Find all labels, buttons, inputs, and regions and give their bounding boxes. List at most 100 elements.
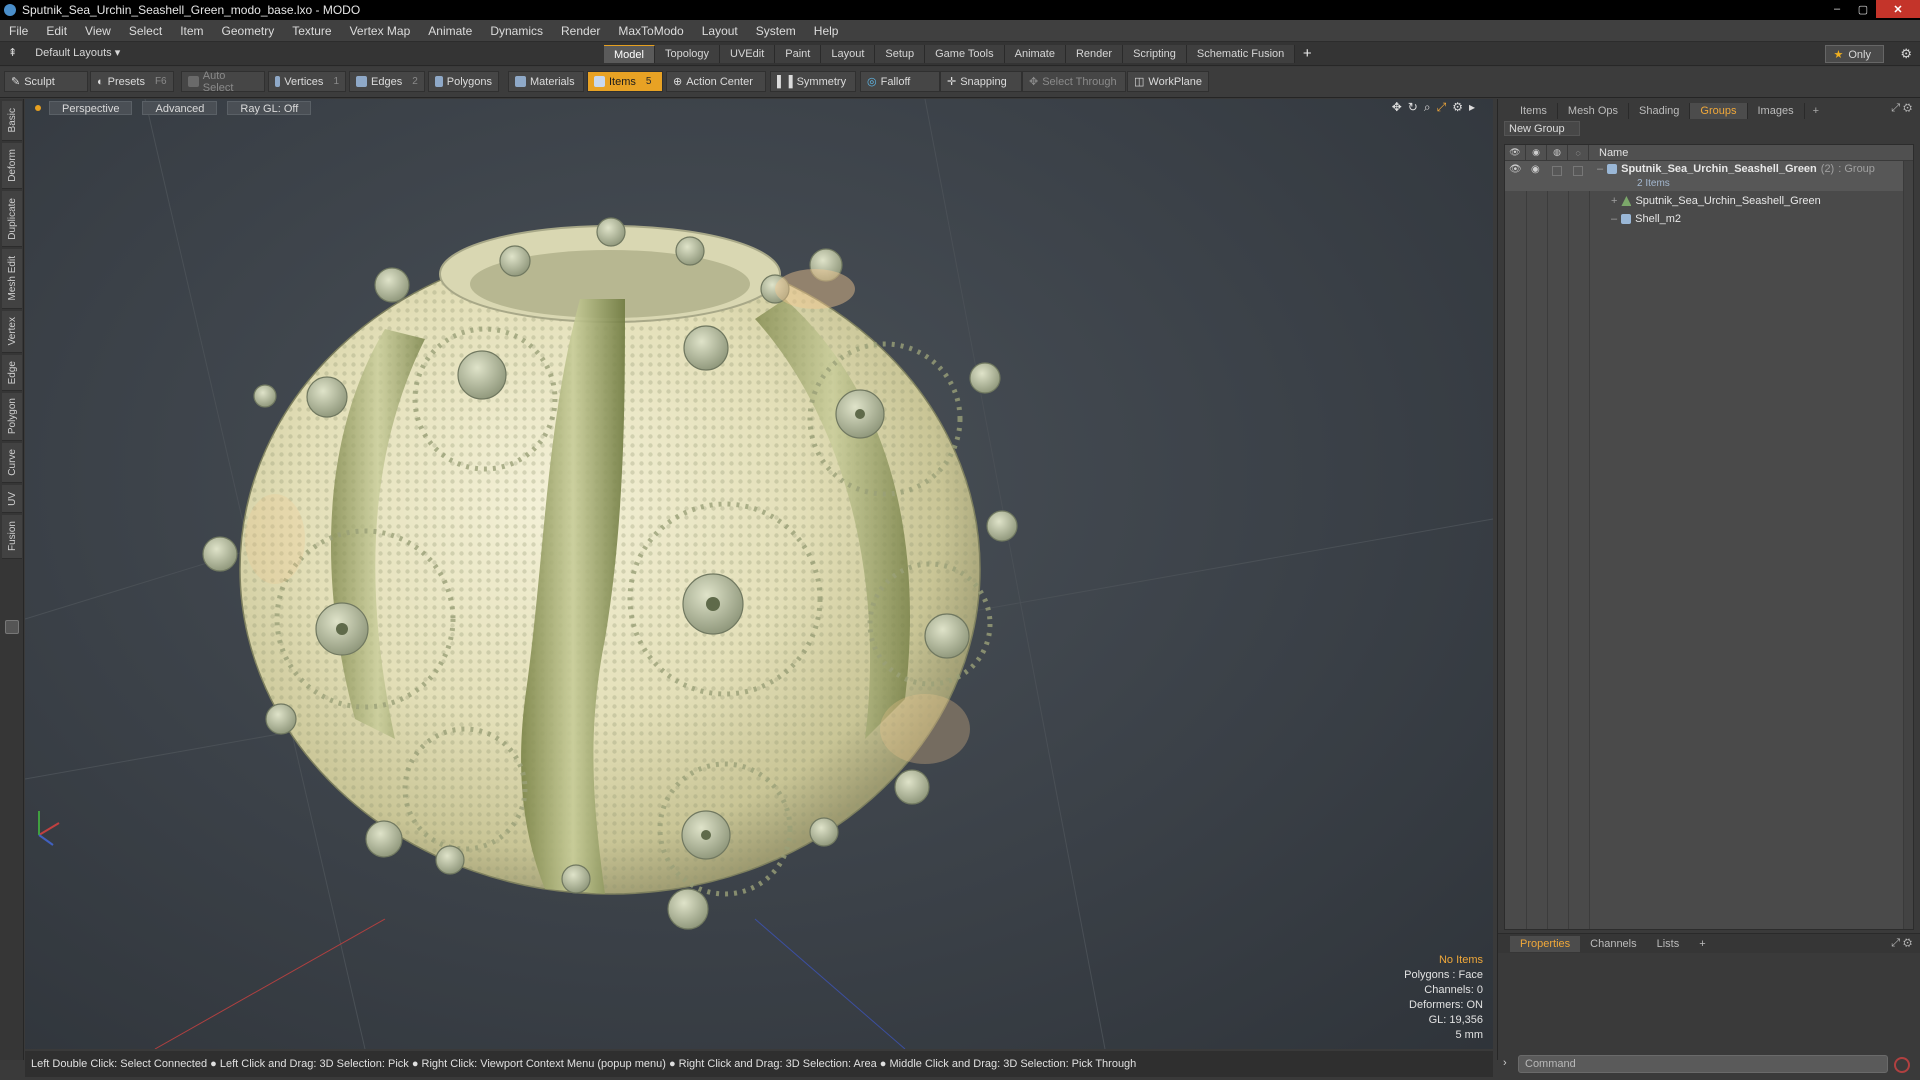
maximize-icon[interactable]: ⤢: [1437, 100, 1447, 115]
layout-switcher: ⇞ Default Layouts ▾: [8, 46, 120, 59]
menu-file[interactable]: File: [0, 24, 37, 38]
vtab-curve[interactable]: Curve: [2, 443, 22, 483]
menu-item[interactable]: Item: [171, 24, 212, 38]
select-through-button[interactable]: ✥ Select Through: [1022, 71, 1126, 92]
edges-button[interactable]: Edges 2: [349, 71, 425, 92]
tab-mesh-ops[interactable]: Mesh Ops: [1558, 103, 1630, 119]
viewport-menu-dot[interactable]: [35, 105, 41, 111]
minimize-button[interactable]: –: [1824, 0, 1850, 18]
menu-maxtomodo[interactable]: MaxToModo: [609, 24, 692, 38]
tab-topology[interactable]: Topology: [654, 45, 721, 63]
menu-view[interactable]: View: [76, 24, 120, 38]
tab-schematic-fusion[interactable]: Schematic Fusion: [1186, 45, 1296, 63]
presets-button[interactable]: ◐ Presets F6: [90, 71, 174, 92]
snapping-button[interactable]: ✛ Snapping: [940, 71, 1022, 92]
command-stop-icon[interactable]: [1894, 1057, 1910, 1073]
render-column-icon[interactable]: ◉: [1526, 145, 1547, 161]
select-checkbox[interactable]: [1573, 166, 1583, 176]
menu-help[interactable]: Help: [805, 24, 848, 38]
menu-vertex-map[interactable]: Vertex Map: [341, 24, 420, 38]
tab-images[interactable]: Images: [1748, 103, 1805, 119]
add-properties-tab-button[interactable]: +: [1689, 936, 1715, 952]
only-toggle[interactable]: ★ Only: [1824, 45, 1884, 63]
tree-row-mesh[interactable]: + Sputnik_Sea_Urchin_Seashell_Green: [1505, 192, 1913, 210]
arrow-right-icon[interactable]: ▸: [1469, 100, 1475, 115]
tab-layout[interactable]: Layout: [821, 45, 876, 63]
tab-paint[interactable]: Paint: [775, 45, 822, 63]
tab-setup[interactable]: Setup: [875, 45, 926, 63]
tree-row-group[interactable]: 👁 ◉ – Sputnik_Sea_Urchin_Seashell_Green …: [1505, 161, 1913, 191]
tab-model[interactable]: Model: [604, 45, 655, 63]
tab-properties[interactable]: Properties: [1510, 935, 1581, 952]
collapse-icon[interactable]: –: [1597, 163, 1603, 175]
polygons-button[interactable]: Polygons: [428, 71, 499, 92]
3d-viewport[interactable]: Perspective Advanced Ray GL: Off ✥ ↻ ⌕ ⤢…: [25, 99, 1493, 1049]
shading-mode-dropdown[interactable]: Advanced: [142, 101, 218, 115]
visibility-column-icon[interactable]: 👁: [1505, 145, 1526, 161]
tab-scripting[interactable]: Scripting: [1123, 45, 1187, 63]
auto-select-button[interactable]: Auto Select: [181, 70, 265, 94]
tab-channels[interactable]: Channels: [1580, 936, 1646, 952]
vtab-fusion[interactable]: Fusion: [2, 515, 22, 559]
maximize-button[interactable]: ▢: [1850, 0, 1876, 18]
tree-row-shell[interactable]: – Shell_m2: [1505, 210, 1913, 228]
move-icon[interactable]: ✥: [1392, 100, 1402, 115]
tree-scrollbar[interactable]: [1903, 161, 1913, 929]
vtab-mesh-edit[interactable]: Mesh Edit: [2, 249, 22, 309]
vtab-uv[interactable]: UV: [2, 485, 22, 513]
command-input[interactable]: Command: [1518, 1055, 1888, 1073]
new-group-button[interactable]: New Group: [1504, 121, 1580, 136]
menu-select[interactable]: Select: [120, 24, 171, 38]
view-type-dropdown[interactable]: Perspective: [49, 101, 133, 115]
tab-lists[interactable]: Lists: [1647, 936, 1690, 952]
command-history-arrow-icon[interactable]: ›: [1503, 1057, 1507, 1069]
menu-system[interactable]: System: [747, 24, 805, 38]
vtab-vertex[interactable]: Vertex: [2, 311, 22, 353]
select-column-icon[interactable]: ◌: [1568, 145, 1589, 161]
panel-expand-icon[interactable]: ⤢ ⚙: [1891, 102, 1912, 115]
properties-expand-icon[interactable]: ⤢ ⚙: [1891, 937, 1912, 950]
tab-groups[interactable]: Groups: [1690, 103, 1748, 119]
workplane-button[interactable]: ◫ WorkPlane: [1127, 71, 1209, 92]
tab-animate[interactable]: Animate: [1004, 45, 1066, 63]
action-center-button[interactable]: ⊕ Action Center: [666, 71, 766, 92]
materials-button[interactable]: Materials: [508, 71, 584, 92]
add-panel-tab-button[interactable]: +: [1805, 105, 1827, 117]
sculpt-button[interactable]: ✎ Sculpt: [4, 71, 88, 92]
raygl-toggle[interactable]: Ray GL: Off: [227, 101, 312, 115]
menu-render[interactable]: Render: [552, 24, 609, 38]
zoom-icon[interactable]: ⌕: [1424, 100, 1431, 115]
menu-dynamics[interactable]: Dynamics: [481, 24, 552, 38]
vertices-button[interactable]: Vertices 1: [268, 71, 346, 92]
close-button[interactable]: ✕: [1876, 0, 1920, 18]
panel-toggle-button[interactable]: [5, 620, 19, 634]
menu-geometry[interactable]: Geometry: [213, 24, 284, 38]
rotate-icon[interactable]: ↻: [1408, 100, 1418, 115]
render-icon[interactable]: ◉: [1531, 164, 1540, 175]
vtab-basic[interactable]: Basic: [2, 101, 22, 141]
vtab-edge[interactable]: Edge: [2, 355, 22, 391]
default-layouts-dropdown[interactable]: Default Layouts ▾: [35, 46, 120, 59]
menu-texture[interactable]: Texture: [283, 24, 340, 38]
vtab-polygon[interactable]: Polygon: [2, 393, 22, 441]
vtab-deform[interactable]: Deform: [2, 143, 22, 189]
add-layout-tab-button[interactable]: +: [1295, 45, 1319, 63]
vtab-duplicate[interactable]: Duplicate: [2, 191, 22, 247]
menu-layout[interactable]: Layout: [693, 24, 747, 38]
items-button[interactable]: Items 5: [587, 71, 663, 92]
gear-icon[interactable]: ⚙: [1452, 100, 1463, 115]
tab-uvedit[interactable]: UVEdit: [720, 45, 776, 63]
lock-column-icon[interactable]: ◍: [1547, 145, 1568, 161]
tab-game-tools[interactable]: Game Tools: [925, 45, 1005, 63]
menu-edit[interactable]: Edit: [37, 24, 76, 38]
gear-icon[interactable]: ⚙: [1900, 46, 1912, 62]
lock-checkbox[interactable]: [1552, 166, 1562, 176]
layout-collapse-icon[interactable]: ⇞: [8, 46, 17, 59]
tab-shading[interactable]: Shading: [1629, 103, 1691, 119]
symmetry-button[interactable]: ▌▐ Symmetry: [770, 71, 856, 92]
tab-items[interactable]: Items: [1510, 103, 1558, 119]
eye-icon[interactable]: 👁: [1509, 164, 1522, 175]
tab-render[interactable]: Render: [1065, 45, 1124, 63]
menu-animate[interactable]: Animate: [419, 24, 481, 38]
falloff-button[interactable]: ◎ Falloff: [860, 71, 940, 92]
